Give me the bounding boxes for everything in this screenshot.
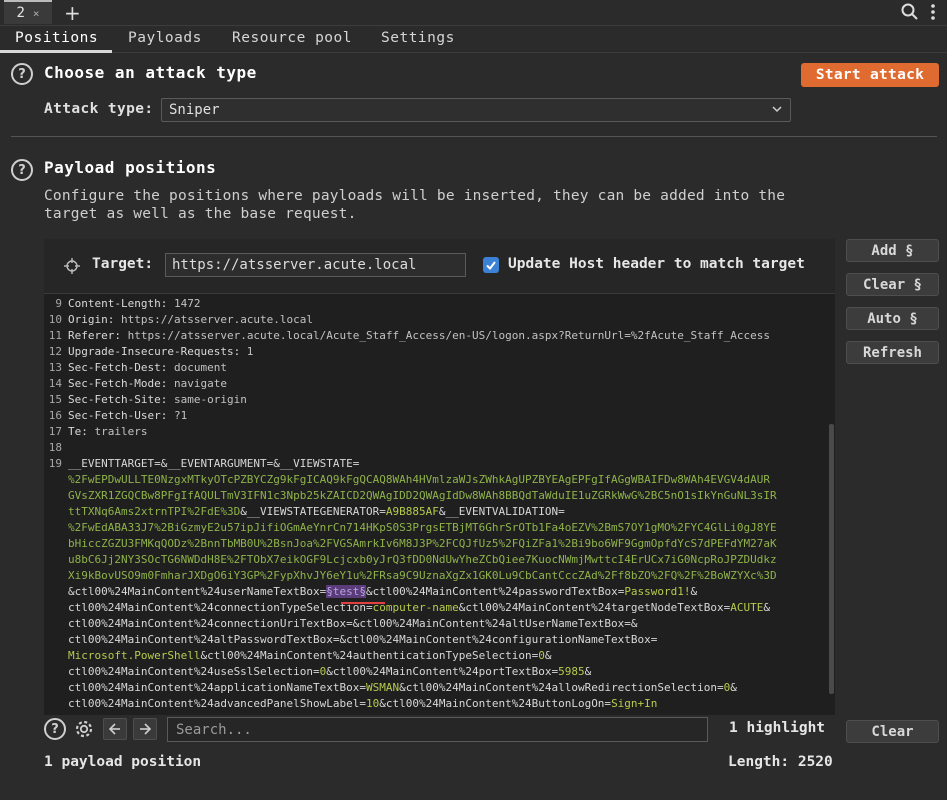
body-line: u8bC6Jj2NY3SOcTG6NWDdH8E%2FTObX7eikOGF9L… xyxy=(68,553,777,566)
tab-close-icon[interactable]: × xyxy=(33,7,40,20)
search-field[interactable] xyxy=(167,717,708,742)
body-line: %2FwEPDwULLTE0NzgxMTkyOTcPZBYCZg9kFgICAQ… xyxy=(68,473,770,486)
request-length: Length: 2520 xyxy=(728,754,833,770)
editor-scrollbar[interactable] xyxy=(829,424,834,694)
line-number: 19 xyxy=(48,457,62,470)
body-line: &ctl00%24MainContent%24userNameTextBox=§… xyxy=(68,585,698,598)
active-tab-indicator xyxy=(0,50,112,53)
tab-number: 2 xyxy=(16,5,25,21)
tab-strip: 2 × + xyxy=(0,0,947,26)
request-line: 12 Upgrade-Insecure-Requests: 1 xyxy=(44,344,828,360)
tab-settings[interactable]: Settings xyxy=(381,30,455,46)
tab-resource-pool[interactable]: Resource pool xyxy=(232,30,352,46)
line-content: Referer: https://atsserver.acute.local/A… xyxy=(68,329,770,342)
checkmark-icon xyxy=(486,261,496,271)
body-line: __EVENTTARGET=&__EVENTARGUMENT=&__VIEWST… xyxy=(68,457,360,470)
body-line: ctl00%24MainContent%24altPasswordTextBox… xyxy=(68,633,658,646)
search-icon[interactable] xyxy=(901,3,919,25)
line-content: Sec-Fetch-Mode: navigate xyxy=(68,377,227,390)
target-url-field[interactable]: https://atsserver.acute.local xyxy=(165,253,466,277)
line-content: Upgrade-Insecure-Requests: 1 xyxy=(68,345,254,358)
request-line: 14 Sec-Fetch-Mode: navigate xyxy=(44,376,828,392)
attack-type-title: Choose an attack type xyxy=(44,63,257,82)
clear-markers-button[interactable]: Clear § xyxy=(846,273,939,296)
payload-positions-description: Configure the positions where payloads w… xyxy=(44,188,786,222)
help-icon[interactable]: ? xyxy=(44,718,66,740)
request-line: 9 Content-Length: 1472 xyxy=(44,296,828,312)
request-line: 17 Te: trailers xyxy=(44,424,828,440)
add-tab-icon[interactable]: + xyxy=(64,1,81,25)
kebab-menu-icon[interactable] xyxy=(930,3,936,25)
request-line: 15 Sec-Fetch-Site: same-origin xyxy=(44,392,828,408)
arrow-left-icon[interactable] xyxy=(103,718,127,740)
line-content: Sec-Fetch-Site: same-origin xyxy=(68,393,247,406)
sub-tabs: Positions Payloads Resource pool Setting… xyxy=(0,27,947,53)
line-number: 9 xyxy=(55,297,62,310)
attack-type-select[interactable]: Sniper xyxy=(161,98,791,122)
search-input[interactable] xyxy=(176,721,696,738)
body-line: Xi9kBovUSO9m0FmharJXDgO6iY3GP%2FypXhvJY6… xyxy=(68,569,777,582)
request-line: 16 Sec-Fetch-User: ?1 xyxy=(44,408,828,424)
body-line: ttTXNq6Ams2xtrnTPI%2FdE%3D&__VIEWSTATEGE… xyxy=(68,505,565,518)
body-line: ctl00%24MainContent%24connectionTypeSele… xyxy=(68,601,771,614)
line-number: 12 xyxy=(48,345,62,358)
highlight-count: 1 highlight xyxy=(729,720,826,736)
body-line: ctl00%24MainContent%24applicationNameTex… xyxy=(68,681,737,694)
chevron-down-icon xyxy=(770,102,784,120)
request-editor-panel: Target: https://atsserver.acute.local Up… xyxy=(44,239,835,715)
line-number: 11 xyxy=(48,329,62,342)
payload-positions-title: Payload positions xyxy=(44,158,217,177)
line-number: 16 xyxy=(48,409,62,422)
body-line: ctl00%24MainContent%24advancedPanelShowL… xyxy=(68,697,658,710)
line-number: 18 xyxy=(48,441,62,454)
tab-payloads[interactable]: Payloads xyxy=(128,30,202,46)
body-line: ctl00%24MainContent%24useSslSelection=0&… xyxy=(68,665,592,678)
gear-icon[interactable] xyxy=(73,718,95,744)
body-line: Microsoft.PowerShell&ctl00%24MainContent… xyxy=(68,649,552,662)
request-line: 10 Origin: https://atsserver.acute.local xyxy=(44,312,828,328)
line-content: Content-Length: 1472 xyxy=(68,297,201,310)
request-line: 18 xyxy=(44,440,828,456)
refresh-button[interactable]: Refresh xyxy=(846,341,939,364)
request-line: 13 Sec-Fetch-Dest: document xyxy=(44,360,828,376)
line-content: Sec-Fetch-User: ?1 xyxy=(68,409,188,422)
arrow-right-icon[interactable] xyxy=(133,718,157,740)
line-content: Origin: https://atsserver.acute.local xyxy=(68,313,314,326)
update-host-label: Update Host header to match target xyxy=(508,256,805,272)
line-number: 17 xyxy=(48,425,62,438)
attack-type-value: Sniper xyxy=(169,102,220,118)
marker-underline xyxy=(341,602,385,604)
clear-search-button[interactable]: Clear xyxy=(846,720,939,743)
body-line: bHiccZGZU3FMKqQODz%2BnnTbMB0U%2BsnJoa%2F… xyxy=(68,537,777,550)
crosshair-icon xyxy=(64,258,80,278)
line-content: Te: trailers xyxy=(68,425,148,438)
line-number: 15 xyxy=(48,393,62,406)
line-content: Sec-Fetch-Dest: document xyxy=(68,361,227,374)
body-line: %2FwEdABA33J7%2BiGzmyE2u57ipJifiOGmAeYnr… xyxy=(68,521,777,534)
auto-markers-button[interactable]: Auto § xyxy=(846,307,939,330)
start-attack-button[interactable]: Start attack xyxy=(801,63,939,87)
line-number: 13 xyxy=(48,361,62,374)
update-host-checkbox[interactable] xyxy=(483,257,499,273)
target-bar: Target: https://atsserver.acute.local Up… xyxy=(44,239,835,294)
payload-marker[interactable]: §test§ xyxy=(326,585,367,598)
request-line: 11 Referer: https://atsserver.acute.local… xyxy=(44,328,828,344)
line-number: 10 xyxy=(48,313,62,326)
body-line: GVsZXR1ZGQCBw8PFgIfAQULTmV3IFN1c3Npb25kZ… xyxy=(68,489,777,502)
body-line: ctl00%24MainContent%24connectionUriTextB… xyxy=(68,617,638,630)
help-icon[interactable]: ? xyxy=(11,63,33,85)
tab-positions[interactable]: Positions xyxy=(15,30,98,46)
payload-position-count: 1 payload position xyxy=(44,754,202,770)
request-editor[interactable]: 9 Content-Length: 1472 10 Origin: https://a… xyxy=(44,296,828,713)
help-icon[interactable]: ? xyxy=(11,159,33,181)
add-marker-button[interactable]: Add § xyxy=(846,239,939,262)
section-divider xyxy=(11,136,937,137)
attack-type-label: Attack type: xyxy=(44,101,154,117)
intruder-tab[interactable]: 2 × xyxy=(4,0,52,24)
line-number: 14 xyxy=(48,377,62,390)
target-label: Target: xyxy=(92,256,154,272)
